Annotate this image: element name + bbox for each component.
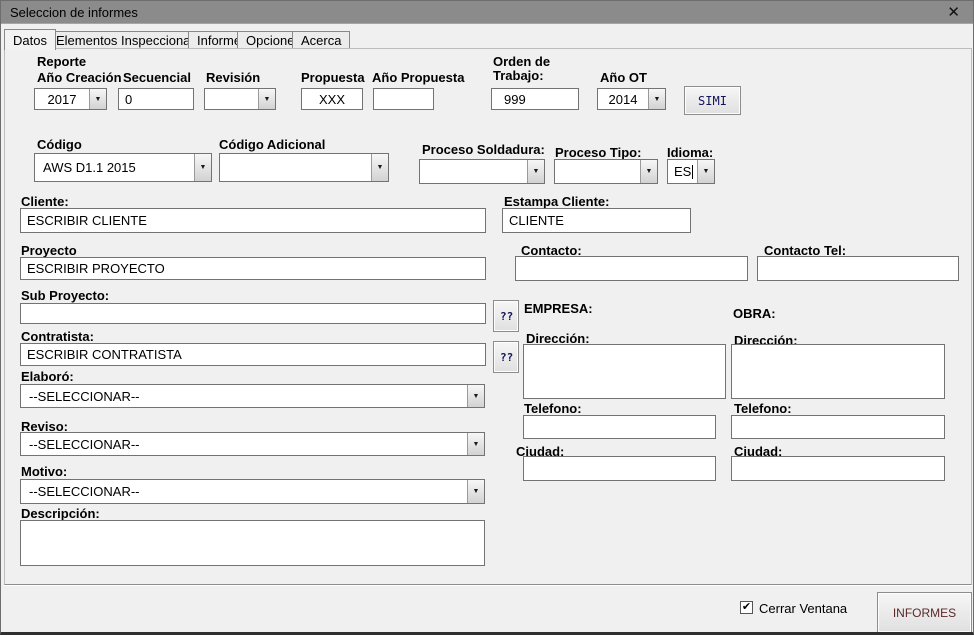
cerrar-ventana-label: Cerrar Ventana [759,601,847,616]
descripcion-label: Descripción: [21,507,100,521]
ano-ot-label: Año OT [600,71,647,85]
orden-trabajo-label: Orden de Trabajo: [493,55,565,83]
revision-value [205,89,258,109]
estampa-cliente-label: Estampa Cliente: [504,195,609,209]
orden-trabajo-input[interactable] [491,88,579,110]
chevron-down-icon[interactable]: ▼ [467,433,484,455]
estampa-cliente-input[interactable] [502,208,691,233]
proceso-tipo-value [555,160,640,183]
chevron-down-icon[interactable]: ▼ [371,154,388,181]
codigo-select[interactable]: AWS D1.1 2015 ▼ [34,153,212,182]
elaboro-label: Elaboró: [21,370,74,384]
close-icon[interactable]: ✕ [943,1,964,24]
ano-creacion-select[interactable]: 2017 ▼ [34,88,107,110]
reviso-value: --SELECCIONAR-- [21,433,467,455]
chevron-down-icon[interactable]: ▼ [194,154,211,181]
chevron-down-icon[interactable]: ▼ [467,385,484,407]
proceso-tipo-select[interactable]: ▼ [554,159,658,184]
empresa-direccion-input[interactable] [523,344,726,399]
motivo-value: --SELECCIONAR-- [21,480,467,503]
sub-proyecto-lookup-button[interactable]: ?? [493,300,519,332]
idioma-select[interactable]: ES ▼ [667,159,715,184]
obra-header: OBRA: [733,307,776,321]
obra-telefono-input[interactable] [731,415,945,439]
cliente-label: Cliente: [21,195,69,209]
report-selection-dialog: Seleccion de informes ✕ Datos Elementos … [0,0,974,635]
empresa-ciudad-input[interactable] [523,456,716,481]
chevron-down-icon[interactable]: ▼ [527,160,544,183]
text-caret [692,165,693,179]
codigo-value: AWS D1.1 2015 [35,154,194,181]
elaboro-value: --SELECCIONAR-- [21,385,467,407]
window-title: Seleccion de informes [10,5,138,20]
ano-propuesta-label: Año Propuesta [372,71,464,85]
ano-propuesta-input[interactable] [373,88,434,110]
motivo-label: Motivo: [21,465,67,479]
tab-acerca[interactable]: Acerca [292,31,350,48]
proyecto-label: Proyecto [21,244,77,258]
revision-label: Revisión [206,71,260,85]
revision-select[interactable]: ▼ [204,88,276,110]
propuesta-input[interactable] [301,88,363,110]
tab-datos[interactable]: Datos [4,29,56,50]
cerrar-ventana-checkbox[interactable]: ✔ [740,601,753,614]
ano-creacion-value: 2017 [35,89,89,109]
cliente-input[interactable] [20,208,486,233]
title-bar: Seleccion de informes ✕ [1,1,973,24]
reviso-select[interactable]: --SELECCIONAR-- ▼ [20,432,485,456]
obra-telefono-label: Telefono: [734,402,792,416]
chevron-down-icon[interactable]: ▼ [640,160,657,183]
empresa-header: EMPRESA: [524,302,593,316]
idioma-label: Idioma: [667,146,713,160]
obra-ciudad-input[interactable] [731,456,945,481]
chevron-down-icon[interactable]: ▼ [467,480,484,503]
codigo-adicional-select[interactable]: ▼ [219,153,389,182]
chevron-down-icon[interactable]: ▼ [697,160,714,183]
ano-ot-value: 2014 [598,89,648,109]
sub-proyecto-input[interactable] [20,303,486,324]
codigo-label: Código [37,138,82,152]
proceso-soldadura-select[interactable]: ▼ [419,159,545,184]
informes-button[interactable]: INFORMES [877,592,972,633]
motivo-select[interactable]: --SELECCIONAR-- ▼ [20,479,485,504]
elaboro-select[interactable]: --SELECCIONAR-- ▼ [20,384,485,408]
chevron-down-icon[interactable]: ▼ [648,89,665,109]
descripcion-input[interactable] [20,520,485,566]
contratista-input[interactable] [20,343,486,366]
contacto-input[interactable] [515,256,748,281]
checkmark-icon: ✔ [742,602,751,613]
proceso-soldadura-label: Proceso Soldadura: [422,143,545,157]
chevron-down-icon[interactable]: ▼ [89,89,106,109]
idioma-value: ES [668,160,697,183]
secuencial-label: Secuencial [123,71,191,85]
empresa-telefono-input[interactable] [523,415,716,439]
codigo-adicional-label: Código Adicional [219,138,325,152]
contratista-lookup-button[interactable]: ?? [493,341,519,373]
propuesta-label: Propuesta [301,71,365,85]
obra-direccion-input[interactable] [731,344,945,399]
reporte-group-label: Reporte [37,55,86,69]
empresa-telefono-label: Telefono: [524,402,582,416]
simi-button[interactable]: SIMI [684,86,741,115]
chevron-down-icon[interactable]: ▼ [258,89,275,109]
proyecto-input[interactable] [20,257,486,280]
ano-ot-select[interactable]: 2014 ▼ [597,88,666,110]
proceso-tipo-label: Proceso Tipo: [555,146,641,160]
contacto-tel-input[interactable] [757,256,959,281]
sub-proyecto-label: Sub Proyecto: [21,289,109,303]
contratista-label: Contratista: [21,330,94,344]
ano-creacion-label: Año Creación [37,71,122,85]
proceso-soldadura-value [420,160,527,183]
secuencial-input[interactable] [118,88,194,110]
codigo-adicional-value [220,154,371,181]
